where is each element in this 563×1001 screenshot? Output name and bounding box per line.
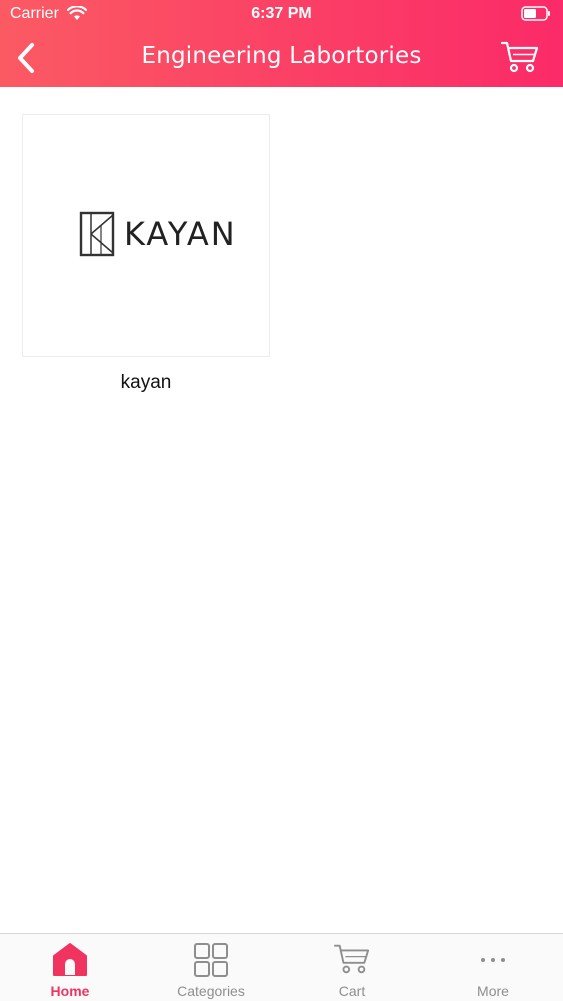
- brand-card-kayan[interactable]: KAYAN kayan: [22, 114, 270, 394]
- tab-bar: Home Categories Cart More: [0, 933, 563, 1001]
- cart-icon: [500, 41, 539, 73]
- tab-home[interactable]: Home: [0, 934, 140, 1001]
- battery-icon: [521, 6, 551, 26]
- more-icon: [481, 958, 505, 962]
- cart-button[interactable]: [500, 40, 539, 74]
- tab-more-label: More: [477, 983, 509, 999]
- logo-text: KAYAN: [124, 215, 237, 253]
- tab-cart[interactable]: Cart: [282, 934, 422, 1001]
- tab-more[interactable]: More: [423, 934, 563, 1001]
- tab-home-label: Home: [50, 983, 90, 999]
- nav-bar: Engineering Labortories: [0, 30, 563, 87]
- home-icon: [53, 943, 87, 976]
- tab-categories[interactable]: Categories: [141, 934, 281, 1001]
- tab-cart-label: Cart: [338, 983, 366, 999]
- grid-icon: [194, 943, 228, 977]
- brand-label: kayan: [120, 372, 172, 393]
- page-title: Engineering Labortories: [141, 43, 422, 69]
- kayan-logo-icon: [79, 211, 117, 264]
- status-time: 6:37 PM: [251, 5, 312, 22]
- status-bar: Carrier 6:37 PM: [0, 0, 563, 30]
- app-header: Carrier 6:37 PM Engineering Labortories: [0, 0, 563, 87]
- cart-icon: [334, 944, 370, 974]
- brand-image: KAYAN: [22, 114, 270, 357]
- tab-categories-label: Categories: [177, 983, 245, 999]
